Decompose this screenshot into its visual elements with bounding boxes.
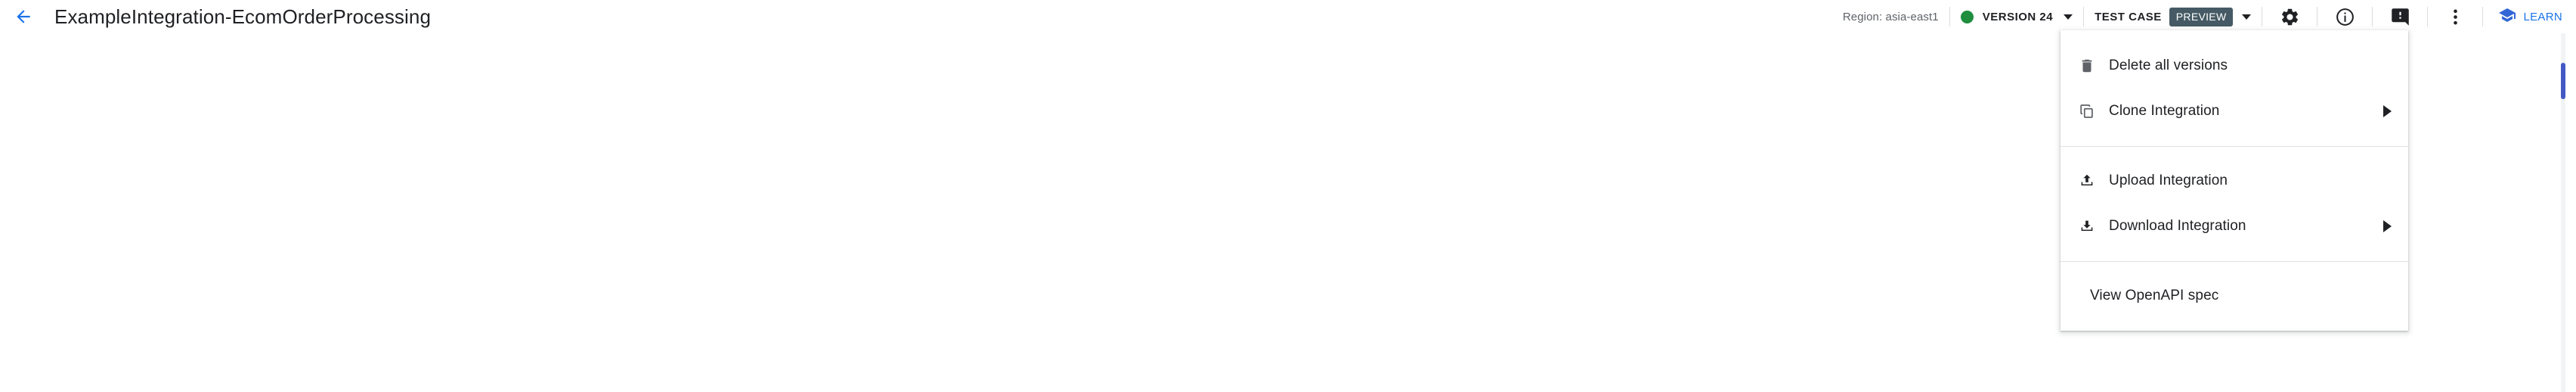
test-case-label: TEST CASE [2095,10,2162,23]
version-selector[interactable]: VERSION 24 [1960,10,2073,23]
submenu-arrow-icon [2383,220,2392,232]
overflow-menu-button[interactable] [2438,0,2472,33]
overflow-dropdown-menu: Delete all versions Clone Integration Up… [2060,30,2408,331]
feedback-button[interactable] [2383,0,2417,33]
menu-item-label: Upload Integration [2109,173,2228,188]
arrow-back-icon [14,7,33,26]
trash-icon [2079,58,2104,74]
page-title: ExampleIntegration-EcomOrderProcessing [54,5,432,28]
menu-item-download-integration[interactable]: Download Integration [2060,204,2408,249]
chevron-down-icon [2242,14,2252,20]
menu-item-label: Delete all versions [2109,58,2228,73]
header-divider [2372,7,2373,26]
menu-item-label: Download Integration [2109,218,2246,234]
header-actions: Region: asia-east1 VERSION 24 TEST CASE … [1843,0,2576,33]
menu-item-view-openapi-spec[interactable]: View OpenAPI spec [2060,273,2408,319]
header-divider [2482,7,2484,26]
learn-label: LEARN [2523,10,2562,23]
header-divider [1949,7,1950,26]
chevron-down-icon [2064,14,2073,20]
upload-icon [2079,173,2104,189]
region-label: Region: asia-east1 [1842,10,1939,23]
copy-icon [2079,103,2104,120]
version-label: VERSION 24 [1982,10,2054,23]
gear-icon [2280,7,2300,27]
submenu-arrow-icon [2383,105,2392,117]
settings-button[interactable] [2273,0,2306,33]
menu-divider [2060,146,2408,147]
integration-designer-page: ExampleIntegration-EcomOrderProcessing R… [0,0,2576,392]
header-divider [2083,7,2085,26]
download-icon [2079,218,2104,235]
header-divider [2427,7,2429,26]
learn-link[interactable]: LEARN [2494,6,2567,27]
test-case-selector[interactable]: TEST CASE PREVIEW [2095,7,2252,26]
menu-item-label: Clone Integration [2109,103,2220,119]
app-header-bar: ExampleIntegration-EcomOrderProcessing R… [0,0,2576,33]
preview-badge: PREVIEW [2169,7,2234,26]
graduation-cap-icon [2498,6,2516,27]
menu-item-delete-all-versions[interactable]: Delete all versions [2060,43,2408,89]
vertical-scrollbar-thumb[interactable] [2561,63,2565,99]
menu-divider [2060,261,2408,262]
back-button[interactable] [6,0,41,33]
menu-item-upload-integration[interactable]: Upload Integration [2060,158,2408,204]
status-dot-green-icon [1960,10,1974,23]
info-circle-icon [2335,7,2355,27]
menu-item-label: View OpenAPI spec [2090,288,2219,303]
kebab-menu-icon [2445,7,2466,27]
menu-item-clone-integration[interactable]: Clone Integration [2060,89,2408,134]
info-button[interactable] [2328,0,2361,33]
feedback-icon [2390,7,2410,27]
